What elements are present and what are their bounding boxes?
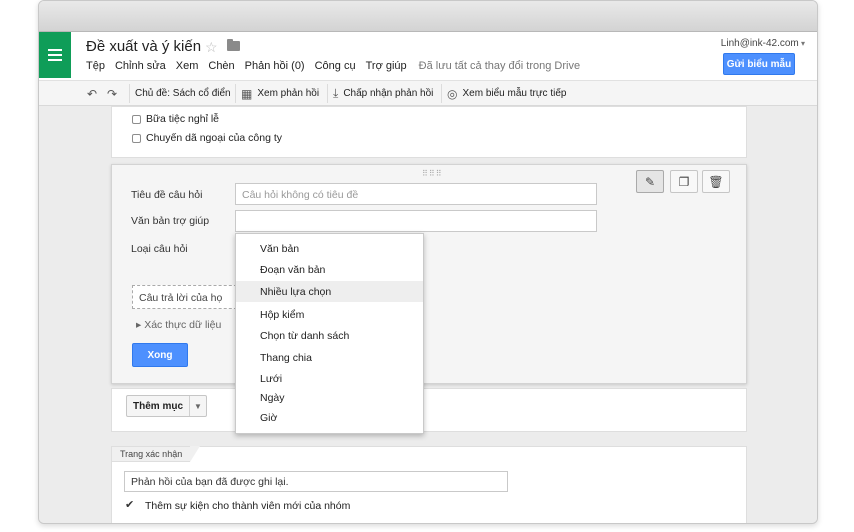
question-title-label: Tiêu đề câu hỏi bbox=[131, 189, 203, 201]
answer-preview: Câu trả lời của họ bbox=[132, 285, 242, 309]
previous-question-card: Bữa tiệc nghỉ lễ Chuyến dã ngoại của côn… bbox=[111, 106, 747, 158]
app-header: Đề xuất và ý kiến ☆ Tệp Chỉnh sửa Xem Ch… bbox=[39, 32, 817, 80]
view-responses-button[interactable]: ▦ Xem phản hồi bbox=[241, 81, 319, 106]
chevron-down-icon[interactable]: ▼ bbox=[190, 396, 206, 416]
form-canvas: Bữa tiệc nghỉ lễ Chuyến dã ngoại của côn… bbox=[39, 106, 817, 523]
menu-view[interactable]: Xem bbox=[176, 60, 199, 72]
add-item-bar: Thêm mục ▼ bbox=[111, 388, 747, 432]
menu-help[interactable]: Trợ giúp bbox=[366, 60, 407, 72]
send-form-button[interactable]: Gửi biểu mẫu bbox=[723, 53, 795, 75]
menu-insert[interactable]: Chèn bbox=[208, 60, 234, 72]
question-title-input[interactable]: Câu hỏi không có tiêu đề bbox=[235, 183, 597, 205]
menu-file[interactable]: Tệp bbox=[86, 60, 105, 72]
theme-button[interactable]: Chủ đề: Sách cổ điển bbox=[135, 81, 231, 106]
add-item-label: Thêm mục bbox=[127, 396, 191, 416]
table-icon: ▦ bbox=[241, 86, 253, 101]
live-form-icon: ◎ bbox=[447, 86, 458, 101]
duplicate-icon[interactable]: ❐ bbox=[670, 170, 698, 193]
folder-icon[interactable] bbox=[227, 39, 240, 51]
option-label: Chuyến dã ngoại của công ty bbox=[146, 132, 283, 144]
menu-responses[interactable]: Phản hồi (0) bbox=[245, 60, 305, 72]
save-status: Đã lưu tất cả thay đổi trong Drive bbox=[418, 60, 581, 72]
option-row[interactable]: Bữa tiệc nghỉ lễ bbox=[132, 113, 219, 125]
done-button[interactable]: Xong bbox=[132, 343, 188, 367]
question-type-label: Loại câu hỏi bbox=[131, 243, 188, 255]
help-text-label: Văn bản trợ giúp bbox=[131, 215, 210, 227]
type-option-time[interactable]: Giờ bbox=[236, 407, 423, 428]
app-window: Đề xuất và ý kiến ☆ Tệp Chỉnh sửa Xem Ch… bbox=[38, 0, 818, 524]
type-option-text[interactable]: Văn bản bbox=[236, 238, 423, 259]
pencil-icon[interactable]: ✎ bbox=[636, 170, 664, 193]
confirmation-option-label: Thêm sự kiện cho thành viên mới của nhóm bbox=[145, 500, 351, 512]
account-menu[interactable]: Linh@ink-42.com bbox=[721, 38, 805, 49]
inbox-icon: ⤓ bbox=[333, 86, 339, 100]
add-item-button[interactable]: Thêm mục ▼ bbox=[126, 395, 208, 417]
confirmation-page-card: Trang xác nhận Phản hồi của bạn đã được … bbox=[111, 446, 747, 523]
menu-edit[interactable]: Chỉnh sửa bbox=[115, 60, 166, 72]
confirmation-tab: Trang xác nhận bbox=[111, 446, 201, 462]
undo-icon[interactable]: ↶ bbox=[87, 81, 97, 106]
type-option-paragraph[interactable]: Đoạn văn bản bbox=[236, 259, 423, 280]
data-validation-label: Xác thực dữ liệu bbox=[144, 319, 222, 331]
question-type-dropdown: Văn bản Đoạn văn bản Nhiều lựa chọn Hộp … bbox=[235, 233, 424, 434]
type-option-grid[interactable]: Lưới bbox=[236, 368, 423, 389]
view-live-form-button[interactable]: ◎ Xem biểu mẫu trực tiếp bbox=[447, 81, 566, 106]
confirmation-message-input[interactable]: Phản hồi của bạn đã được ghi lại. bbox=[124, 471, 508, 492]
view-responses-label: Xem phản hồi bbox=[257, 88, 320, 99]
type-option-multiple-choice[interactable]: Nhiều lựa chọn bbox=[236, 281, 423, 302]
option-checkbox[interactable] bbox=[132, 133, 141, 143]
redo-icon[interactable]: ↷ bbox=[107, 81, 117, 106]
question-editor-card: ⠿⠿⠿ ✎ ❐ 🗑 Tiêu đề câu hỏi Câu hỏi không … bbox=[111, 164, 747, 384]
checkmark-icon[interactable] bbox=[125, 498, 136, 512]
accept-responses-button[interactable]: ⤓ Chấp nhận phản hồi bbox=[333, 81, 433, 106]
option-checkbox[interactable] bbox=[132, 114, 141, 124]
option-label: Bữa tiệc nghỉ lễ bbox=[146, 113, 219, 125]
type-option-scale[interactable]: Thang chia bbox=[236, 347, 423, 368]
menu-tools[interactable]: Công cụ bbox=[315, 60, 356, 72]
view-live-form-label: Xem biểu mẫu trực tiếp bbox=[462, 88, 567, 99]
window-titlebar bbox=[39, 1, 817, 32]
menu-bar: Tệp Chỉnh sửa Xem Chèn Phản hồi (0) Công… bbox=[86, 60, 590, 72]
star-icon[interactable]: ☆ bbox=[205, 39, 218, 56]
document-title[interactable]: Đề xuất và ý kiến bbox=[86, 38, 201, 55]
theme-label: Chủ đề: Sách cổ điển bbox=[135, 88, 231, 99]
type-option-checkboxes[interactable]: Hộp kiểm bbox=[236, 304, 423, 325]
trash-icon[interactable]: 🗑 bbox=[702, 170, 730, 193]
accept-responses-label: Chấp nhận phản hồi bbox=[343, 88, 434, 99]
confirmation-option-row[interactable]: Thêm sự kiện cho thành viên mới của nhóm bbox=[125, 498, 351, 513]
type-option-list[interactable]: Chọn từ danh sách bbox=[236, 325, 423, 346]
data-validation-toggle[interactable]: ▸ Xác thực dữ liệu bbox=[136, 319, 221, 331]
toolbar: ↶ ↷ Chủ đề: Sách cổ điển ▦ Xem phản hồi ⤓… bbox=[39, 80, 817, 106]
type-option-date[interactable]: Ngày bbox=[236, 387, 423, 408]
help-text-input[interactable] bbox=[235, 210, 597, 232]
drag-handle-icon[interactable]: ⠿⠿⠿ bbox=[422, 169, 443, 178]
forms-logo-icon[interactable] bbox=[39, 32, 71, 78]
option-row[interactable]: Chuyến dã ngoại của công ty bbox=[132, 132, 282, 144]
